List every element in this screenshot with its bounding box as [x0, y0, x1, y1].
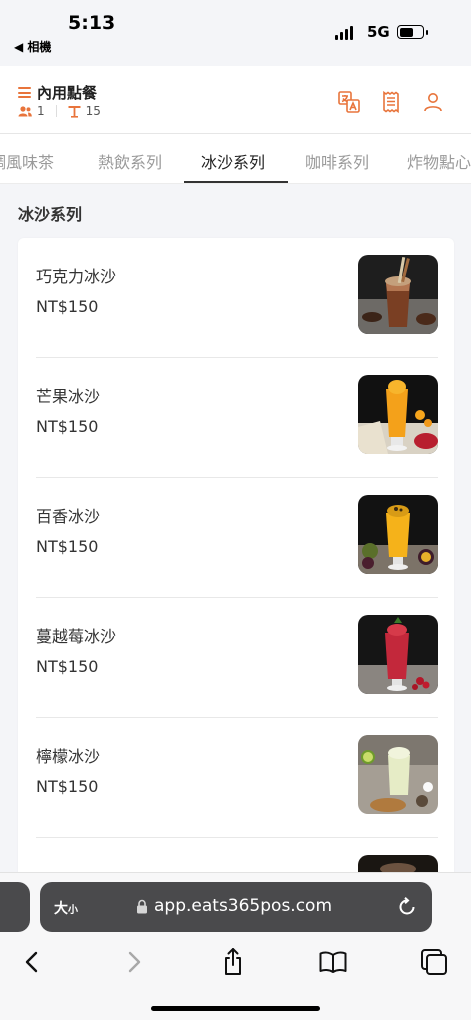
item-name: 芒果冰沙: [36, 387, 101, 406]
menu-item[interactable]: 百香冰沙 NT$150: [18, 478, 454, 598]
tab-hot-drinks[interactable]: 熱飲系列: [98, 149, 162, 173]
menu-list: 巧克力冰沙 NT$150 芒果冰沙 NT$150 百香冰沙 NT$150 蔓越莓…: [18, 238, 454, 898]
item-name: 檸檬冰沙: [36, 747, 101, 766]
translate-icon[interactable]: [337, 90, 361, 114]
tab-smoothies[interactable]: 冰沙系列: [201, 149, 265, 173]
lemon-smoothie-photo[interactable]: [358, 735, 438, 814]
forward-icon[interactable]: [119, 947, 149, 977]
page-title-row[interactable]: 內用點餐: [18, 82, 97, 103]
chocolate-smoothie-photo[interactable]: [358, 255, 438, 334]
cranberry-smoothie-photo[interactable]: [358, 615, 438, 694]
menu-item[interactable]: 巧克力冰沙 NT$150: [18, 238, 454, 358]
lock-icon: [137, 899, 147, 914]
item-price: NT$150: [36, 777, 99, 796]
address-bar[interactable]: 大小 app.eats365pos.com: [40, 882, 432, 932]
menu-item[interactable]: 芒果冰沙 NT$150: [18, 358, 454, 478]
text-size-button[interactable]: 大小: [54, 898, 78, 918]
mango-smoothie-photo[interactable]: [358, 375, 438, 454]
item-name: 蔓越莓冰沙: [36, 627, 117, 646]
item-price: NT$150: [36, 537, 99, 556]
category-tabs: 調風味茶 熱飲系列 冰沙系列 咖啡系列 炸物點心: [0, 134, 471, 184]
previous-tab-preview[interactable]: [0, 882, 30, 932]
item-price: NT$150: [36, 417, 99, 436]
status-time: 5:13: [68, 12, 116, 34]
table-icon: [68, 105, 81, 118]
item-name: 百香冰沙: [36, 507, 101, 526]
section-title: 冰沙系列: [18, 205, 83, 224]
app-header: 內用點餐 1 15: [0, 66, 471, 134]
menu-icon[interactable]: [18, 87, 31, 98]
battery-icon: [397, 25, 424, 39]
signal-icon: [335, 26, 353, 40]
status-bar: 5:13 ◀ 相機 5G: [0, 0, 471, 62]
back-to-camera-link[interactable]: ◀ 相機: [14, 38, 51, 55]
guest-count: 1: [37, 104, 45, 118]
tab-coffee[interactable]: 咖啡系列: [305, 149, 369, 173]
home-indicator: [151, 1006, 320, 1011]
user-icon[interactable]: [421, 90, 445, 114]
menu-item[interactable]: 檸檬冰沙 NT$150: [18, 718, 454, 838]
receipt-icon[interactable]: [379, 90, 403, 114]
table-number: 15: [85, 104, 101, 118]
reload-icon[interactable]: [396, 896, 418, 918]
passionfruit-smoothie-photo[interactable]: [358, 495, 438, 574]
guests-icon: [18, 105, 32, 116]
tabs-icon[interactable]: [419, 947, 449, 977]
page-title: 內用點餐: [37, 84, 98, 102]
network-label: 5G: [367, 23, 390, 41]
tab-fried-snacks[interactable]: 炸物點心: [407, 149, 471, 173]
browser-toolbar: 大小 app.eats365pos.com: [0, 872, 471, 1020]
item-price: NT$150: [36, 297, 99, 316]
item-name: 巧克力冰沙: [36, 267, 117, 286]
menu-item[interactable]: 蔓越莓冰沙 NT$150: [18, 598, 454, 718]
bookmarks-icon[interactable]: [318, 947, 348, 977]
back-icon[interactable]: [17, 947, 47, 977]
item-price: NT$150: [36, 657, 99, 676]
order-meta: 1 15: [18, 104, 101, 118]
app-screen: 5:13 ◀ 相機 5G 內用點餐 1 15 風味茶 熱飲系列 冰沙系列 咖啡系…: [0, 0, 471, 1020]
tab-tea[interactable]: 調風味茶: [0, 149, 54, 173]
active-tab-indicator: [184, 181, 288, 183]
share-icon[interactable]: [218, 947, 248, 977]
url-text: app.eats365pos.com: [154, 896, 333, 916]
